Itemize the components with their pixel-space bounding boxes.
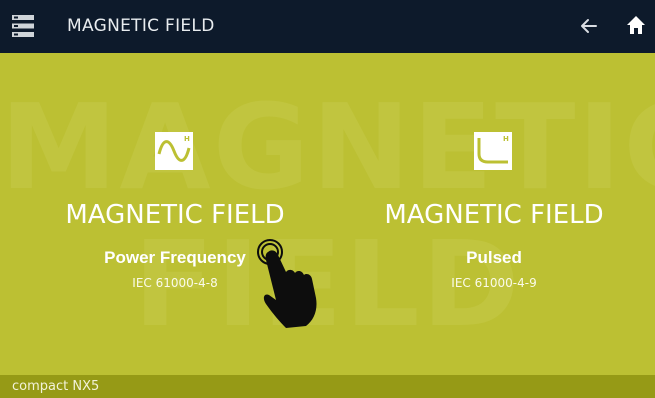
sine-wave-h-icon: H bbox=[155, 132, 193, 170]
option-subtitle: Pulsed bbox=[466, 248, 522, 267]
home-icon[interactable] bbox=[625, 13, 647, 37]
screen: MAGNETIC FIELD MAGNETIC FIELD H MAGNETIC… bbox=[0, 0, 655, 398]
device-name: compact NX5 bbox=[12, 379, 100, 394]
option-pulsed[interactable]: H MAGNETIC FIELD Pulsed IEC 61000-4-9 bbox=[344, 120, 644, 320]
svg-text:H: H bbox=[503, 135, 509, 143]
pulse-wave-h-icon: H bbox=[474, 132, 512, 170]
option-title: MAGNETIC FIELD bbox=[65, 200, 285, 230]
svg-text:H: H bbox=[184, 135, 190, 143]
menu-icon[interactable] bbox=[12, 14, 34, 38]
option-standard: IEC 61000-4-9 bbox=[451, 276, 537, 290]
header-bar: MAGNETIC FIELD bbox=[0, 0, 655, 53]
option-title: MAGNETIC FIELD bbox=[384, 200, 604, 230]
pointing-hand-icon bbox=[257, 239, 317, 328]
page-title: MAGNETIC FIELD bbox=[67, 16, 215, 36]
arrow-left-icon[interactable] bbox=[578, 14, 600, 38]
footer-bar: compact NX5 bbox=[0, 375, 655, 398]
